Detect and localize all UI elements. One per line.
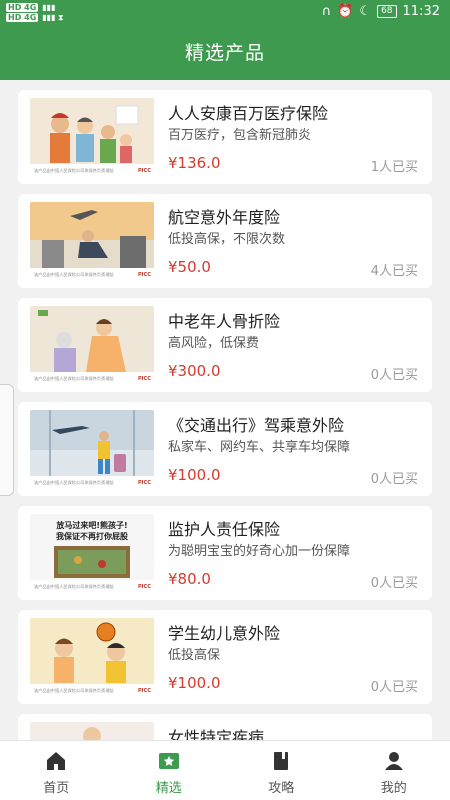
bottom-tab-bar: 首页 精选 攻略 我的 [0,740,450,800]
product-title: 《交通出行》驾乘意外险 [168,416,345,435]
product-title: 监护人责任保险 [168,520,281,539]
product-sold-count: 1人已买 [370,160,418,175]
page-title: 精选产品 [0,26,450,80]
brand-logo: PICC [138,272,151,278]
clock: 11:32 [402,4,440,19]
product-sold-count: 0人已买 [370,576,418,591]
product-sold-count: 0人已买 [370,472,418,487]
banner-note: 该产品由中国人民保险公司承保并负责理赔 [34,479,114,486]
star-badge-icon [158,753,179,769]
brand-logo: PICC [138,584,151,590]
network-indicators: HD 4G ▮▮▮ HD 4G ▮▮▮ ⧗ [6,3,64,22]
banner-headline: 放马过来吧!熊孩子! [55,520,127,530]
battery-indicator: 68 [377,5,397,18]
banner-headline: 我保证不再打你屁股 [56,531,128,541]
brand-logo: PICC [138,168,151,174]
side-drawer-handle[interactable] [0,384,14,496]
signal-icon: ▮▮▮ [42,3,56,12]
product-banner-airport: 该产品由中国人民保险公司承保并负责理赔 PICC [30,202,154,280]
product-subtitle: 高风险，低保费 [168,336,260,351]
product-banner-family: 该产品由中国人民保险公司承保并负责理赔 PICC [30,98,154,176]
product-card[interactable]: 该产品由中国人民保险公司承保并负责理赔 PICC 中老年人骨折险 高风险，低保费… [18,298,432,392]
product-card[interactable]: 放马过来吧!熊孩子! 我保证不再打你屁股 该产品由中国人民保险公司承保并负责理赔… [18,506,432,600]
tab-label: 精选 [155,781,182,796]
alarm-icon: ⏰ [337,4,354,19]
product-banner-guardian: 放马过来吧!熊孩子! 我保证不再打你屁股 该产品由中国人民保险公司承保并负责理赔… [30,514,154,592]
product-title: 航空意外年度险 [168,208,281,227]
product-subtitle: 私家车、网约车、共享车均保障 [168,440,351,455]
person-icon [384,752,403,770]
product-subtitle: 低投高保，不限次数 [168,232,286,247]
tab-mine[interactable]: 我的 [338,741,450,800]
brand-logo: PICC [138,688,151,694]
product-title: 人人安康百万医疗保险 [168,104,329,123]
tab-guide[interactable]: 攻略 [225,741,338,800]
product-sold-count: 4人已买 [370,264,418,279]
headset-icon: ∩ [321,4,332,19]
product-subtitle: 为聪明宝宝的好奇心加一份保障 [168,544,351,559]
banner-note: 该产品由中国人民保险公司承保并负责理赔 [34,271,114,278]
product-price: ¥100.0 [168,466,221,484]
product-title: 学生幼儿意外险 [168,624,281,643]
product-card[interactable]: 该产品由中国人民保险公司承保并负责理赔 PICC 人人安康百万医疗保险 百万医疗… [18,90,432,184]
network-1: HD 4G [6,3,39,12]
product-card[interactable]: 该产品由中国人民保险公司承保并负责理赔 PICC 学生幼儿意外险 低投高保 ¥1… [18,610,432,704]
product-sold-count: 0人已买 [370,368,418,383]
product-price: ¥100.0 [168,674,221,692]
signal-icon: ▮▮▮ ⧗ [42,13,64,22]
status-bar: HD 4G ▮▮▮ HD 4G ▮▮▮ ⧗ ∩ ⏰ ☾ 68 11:32 [0,0,450,26]
banner-note: 该产品由中国人民保险公司承保并负责理赔 [34,167,114,174]
product-banner-women [30,722,154,740]
moon-icon: ☾ [359,4,372,19]
banner-note: 该产品由中国人民保险公司承保并负责理赔 [34,583,114,590]
home-icon [47,752,66,770]
product-price: ¥50.0 [168,258,211,276]
product-price: ¥80.0 [168,570,211,588]
product-price: ¥136.0 [168,154,221,172]
product-card[interactable]: 女性特定疾病 [18,714,432,740]
brand-logo: PICC [138,480,151,486]
product-banner-travel: 该产品由中国人民保险公司承保并负责理赔 PICC [30,410,154,488]
product-subtitle: 百万医疗，包含新冠肺炎 [168,128,312,143]
brand-logo: PICC [138,376,151,382]
tab-label: 首页 [43,781,70,796]
product-price: ¥300.0 [168,362,221,380]
product-subtitle: 低投高保 [168,648,221,663]
tab-label: 我的 [380,781,407,796]
product-card[interactable]: 该产品由中国人民保险公司承保并负责理赔 PICC 《交通出行》驾乘意外险 私家车… [18,402,432,496]
product-card[interactable]: 该产品由中国人民保险公司承保并负责理赔 PICC 航空意外年度险 低投高保，不限… [18,194,432,288]
banner-note: 该产品由中国人民保险公司承保并负责理赔 [34,687,114,694]
tab-label: 攻略 [268,781,295,796]
banner-note: 该产品由中国人民保险公司承保并负责理赔 [34,375,114,382]
tab-home[interactable]: 首页 [0,741,113,800]
network-2: HD 4G [6,13,39,22]
book-icon [274,752,289,770]
product-title: 女性特定疾病 [168,728,265,740]
product-banner-student: 该产品由中国人民保险公司承保并负责理赔 PICC [30,618,154,696]
tab-featured[interactable]: 精选 [113,741,226,800]
product-banner-elderly: 该产品由中国人民保险公司承保并负责理赔 PICC [30,306,154,384]
product-sold-count: 0人已买 [370,680,418,695]
product-title: 中老年人骨折险 [168,312,281,331]
product-list[interactable]: 该产品由中国人民保险公司承保并负责理赔 PICC 人人安康百万医疗保险 百万医疗… [0,80,450,740]
